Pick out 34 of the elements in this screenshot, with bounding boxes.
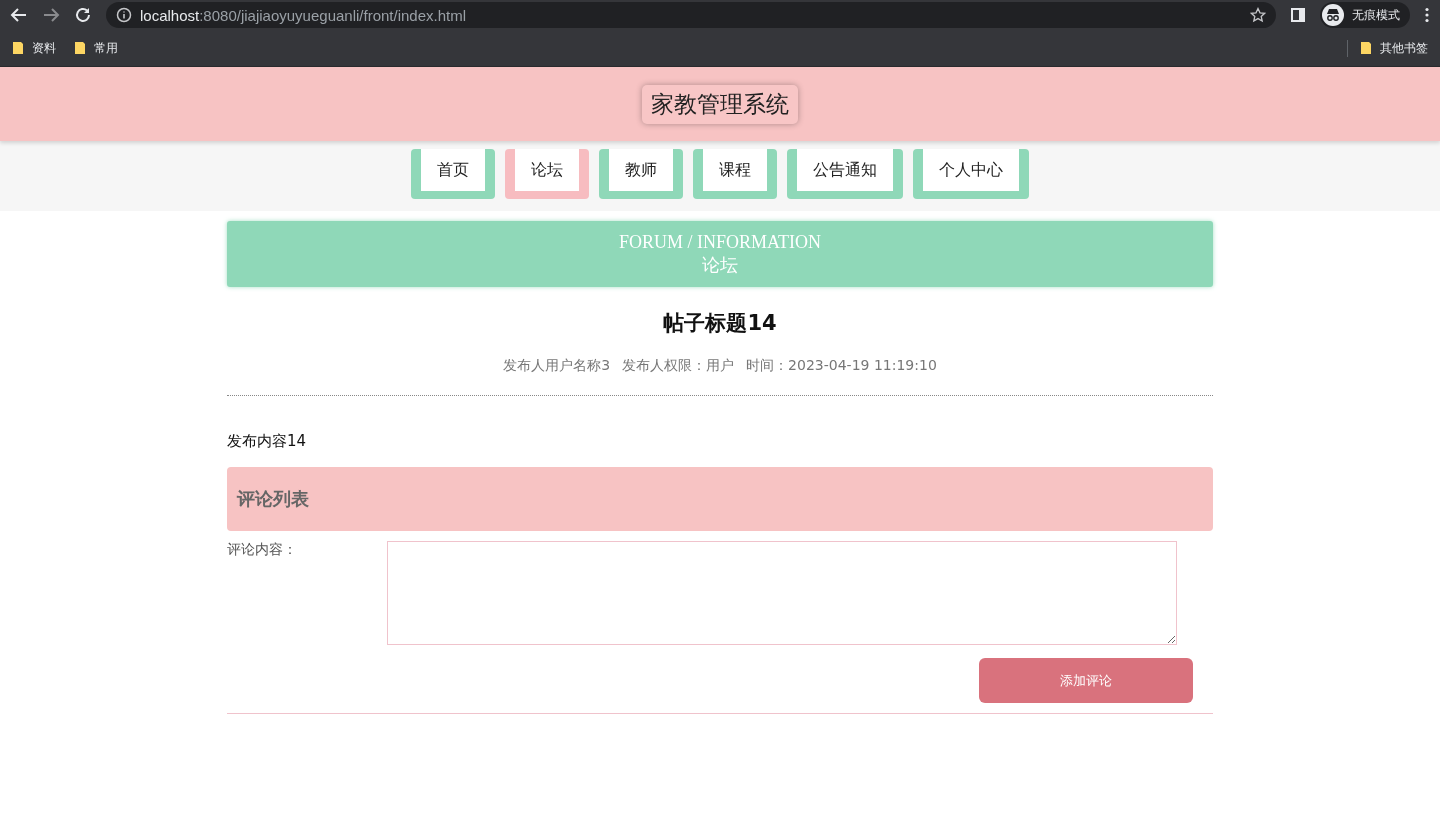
- incognito-icon: [1322, 4, 1344, 26]
- reload-icon[interactable]: [74, 6, 92, 24]
- forward-icon[interactable]: [42, 6, 60, 24]
- side-panel-icon[interactable]: [1290, 7, 1306, 23]
- bookmark[interactable]: 其他书签: [1347, 39, 1428, 57]
- bookmark[interactable]: 常用: [74, 39, 118, 57]
- field-label: 评论内容：: [227, 541, 298, 559]
- nav-tab[interactable]: 公告通知: [787, 149, 903, 199]
- banner-title: 论坛: [702, 252, 738, 277]
- comment-input-field[interactable]: [387, 541, 1177, 645]
- nav-tab[interactable]: 首页: [411, 149, 495, 199]
- menu-icon[interactable]: [1424, 7, 1430, 23]
- bookmark[interactable]: 资料: [12, 39, 56, 57]
- nav-tab[interactable]: 论坛: [505, 149, 589, 199]
- back-icon[interactable]: [10, 6, 28, 24]
- nav-tab[interactable]: 教师: [599, 149, 683, 199]
- banner-title-english: FORUM / INFORMATION: [619, 231, 821, 253]
- post-content: 发布内容14: [227, 432, 308, 451]
- star-icon[interactable]: [1250, 7, 1266, 23]
- post-role: 发布人权限：用户: [622, 357, 735, 375]
- post-author: 发布人用户名称3: [503, 357, 611, 375]
- nav-tab[interactable]: 课程: [693, 149, 777, 199]
- site-title: 家教管理系统: [642, 84, 798, 124]
- address-bar[interactable]: localhost:8080/jiajiaoyuyueguanli/front/index.html: [106, 2, 1276, 28]
- info-icon: [116, 7, 132, 23]
- comments-heading: 评论列表: [237, 487, 309, 511]
- folder-icon: [1360, 41, 1372, 55]
- nav-tab[interactable]: 个人中心: [913, 149, 1029, 199]
- folder-icon: [12, 41, 24, 55]
- post-title: 帖子标题14: [662, 310, 778, 337]
- folder-icon: [74, 41, 86, 55]
- url-text: localhost:8080/jiajiaoyuyueguanli/front/index.html: [140, 6, 467, 24]
- post-time: 时间：2023-04-19 11:19:10: [746, 357, 937, 375]
- incognito-badge[interactable]: 无痕模式: [1320, 2, 1410, 28]
